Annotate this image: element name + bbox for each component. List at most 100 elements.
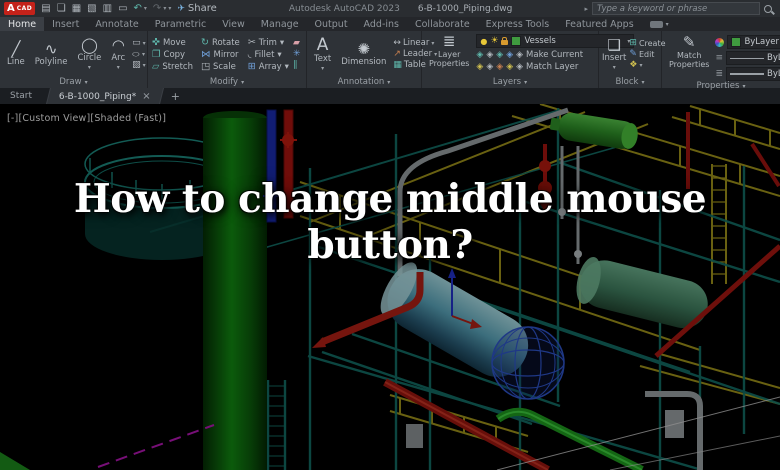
annotation-panel-label[interactable]: Annotation ▾	[307, 76, 421, 88]
block-attributes-button[interactable]: ❖ ▾	[629, 61, 665, 70]
search-collapse-icon[interactable]: ▸	[584, 5, 588, 13]
hatch-button[interactable]: ▨ ▾	[132, 61, 146, 70]
polyline-icon: ∿	[44, 39, 58, 58]
array-button[interactable]: ⊞ Array ▾	[248, 62, 289, 72]
line-button[interactable]: ╱ Line	[4, 41, 28, 68]
leader-icon: ↗	[393, 49, 401, 59]
move-button[interactable]: ✜ Move	[152, 38, 193, 48]
trim-button[interactable]: ✂ Trim ▾	[248, 38, 289, 48]
panel-annotation: A Text ▾ ✺ Dimension ↔ Linear ▾ ↗ Leader ▾ ▦…	[307, 31, 437, 88]
save-icon[interactable]: ▦	[72, 3, 81, 14]
dimension-button[interactable]: ✺ Dimension	[338, 41, 389, 68]
tab-annotate[interactable]: Annotate	[87, 17, 146, 31]
scale-button[interactable]: ◳ Scale	[201, 62, 240, 72]
layers-panel-label[interactable]: Layers ▾	[422, 76, 598, 88]
new-file-icon[interactable]: ▤	[41, 3, 50, 14]
redo-dropdown-icon[interactable]: ▾	[163, 5, 166, 12]
layer-thaw-all-icon[interactable]: ◈	[486, 62, 493, 72]
layer-properties-button[interactable]: ≣ Layer Properties	[426, 34, 472, 69]
circle-button[interactable]: ◯ Circle ▾	[74, 37, 104, 71]
viewport-controls[interactable]: [-][Custom View][Shaded (Fast)]	[7, 113, 166, 124]
arc-button[interactable]: ◠ Arc ▾	[108, 35, 128, 71]
properties-panel-label[interactable]: Properties ▾	[662, 81, 780, 91]
start-tab[interactable]: Start	[0, 88, 42, 104]
linetype-dropdown[interactable]: ByLayer	[725, 51, 780, 65]
insert-dropdown-icon: ▾	[612, 64, 616, 72]
ribbon: ╱ Line ∿ Polyline ◯ Circle ▾ ◠ Arc ▾ ▭ ▾…	[0, 31, 780, 91]
stretch-label: Stretch	[162, 61, 193, 72]
text-dropdown-icon: ▾	[321, 65, 325, 73]
panel-block: ❑ Insert ▾ ⊞ Create ✎ Edit ❖ ▾ Block ▾	[599, 31, 666, 88]
explode-button[interactable]: ✳	[293, 50, 301, 59]
draw-panel-label[interactable]: Draw ▾	[0, 76, 147, 88]
mirror-button[interactable]: ⋈ Mirror	[201, 50, 240, 60]
share-button[interactable]: ✈ Share	[177, 3, 216, 14]
search-icon[interactable]	[764, 4, 772, 13]
tab-view[interactable]: View	[214, 17, 253, 31]
erase-button[interactable]: ▰	[293, 39, 301, 48]
redo-icon[interactable]: ↷	[153, 3, 161, 14]
rectangle-button[interactable]: ▭ ▾	[132, 39, 146, 48]
save-as-icon[interactable]: ▧	[87, 3, 96, 14]
object-color-dropdown[interactable]: ByLayer	[727, 35, 780, 49]
tab-featured-apps[interactable]: Featured Apps	[557, 17, 641, 31]
ellipse-icon: ○	[132, 51, 141, 58]
print-icon[interactable]: ▭	[118, 3, 127, 14]
layer-off-icon[interactable]: ◈	[476, 62, 483, 72]
offset-button[interactable]: ∥	[293, 61, 301, 70]
scale-icon: ◳	[200, 60, 210, 72]
match-layer-button[interactable]: Match Layer	[526, 62, 578, 72]
layer-isolate-icon[interactable]: ◈	[476, 50, 483, 60]
block-panel-label[interactable]: Block ▾	[599, 76, 661, 88]
ellipse-button[interactable]: ○ ▾	[132, 50, 146, 59]
undo-icon[interactable]: ↶	[134, 3, 142, 14]
layer-unisolate-icon[interactable]: ◈	[486, 50, 493, 60]
close-tab-icon[interactable]: ×	[142, 91, 150, 102]
lineweight-dropdown[interactable]: ByLayer	[725, 67, 780, 81]
fillet-button[interactable]: ◟ Fillet ▾	[248, 50, 289, 60]
polyline-button[interactable]: ∿ Polyline	[32, 39, 71, 68]
tab-collaborate[interactable]: Collaborate	[407, 17, 478, 31]
make-current-button[interactable]: Make Current	[526, 50, 583, 60]
edit-block-button[interactable]: ✎ Edit	[629, 50, 665, 59]
tab-manage[interactable]: Manage	[253, 17, 307, 31]
match-layer-icon[interactable]: ◈	[516, 62, 523, 72]
new-tab-button[interactable]: +	[162, 88, 189, 104]
document-tab[interactable]: 6-B-1000_Piping* ×	[46, 88, 164, 104]
tab-add-ins[interactable]: Add-ins	[356, 17, 407, 31]
match-properties-button[interactable]: ✎ Match Properties	[666, 35, 712, 70]
insert-button[interactable]: ❑ Insert ▾	[601, 37, 627, 72]
text-button[interactable]: A Text ▾	[311, 36, 334, 73]
layer-walk-icon[interactable]: ◈	[506, 62, 513, 72]
drawing-viewport[interactable]: [-][Custom View][Shaded (Fast)] How to c…	[0, 104, 780, 470]
undo-dropdown-icon[interactable]: ▾	[144, 5, 147, 12]
tab-output[interactable]: Output	[307, 17, 356, 31]
open-file-icon[interactable]: ❏	[57, 3, 66, 14]
rotate-button[interactable]: ↻ Rotate	[201, 38, 240, 48]
make-current-icon[interactable]: ◈	[516, 50, 523, 60]
circle-dropdown-icon[interactable]: ▾	[88, 64, 91, 71]
lineweight-sample	[729, 73, 764, 75]
ribbon-display-toggle[interactable]: ▾	[642, 17, 677, 31]
trim-label: Trim	[258, 37, 277, 48]
modify-panel-label[interactable]: Modify ▾	[148, 76, 306, 88]
arc-icon: ◠	[111, 35, 125, 54]
tab-insert[interactable]: Insert	[44, 17, 87, 31]
stretch-button[interactable]: ▱ Stretch	[152, 62, 193, 72]
layer-lock-icon[interactable]: ◈	[506, 50, 513, 60]
qat-customize-icon[interactable]: ▾	[168, 5, 171, 12]
copy-button[interactable]: ❐ Copy	[152, 50, 193, 60]
rectangle-dropdown-icon: ▾	[142, 39, 146, 47]
export-icon[interactable]: ▥	[103, 3, 112, 14]
autocad-logo[interactable]: A CAD	[4, 2, 36, 15]
tab-parametric[interactable]: Parametric	[147, 17, 214, 31]
layer-properties-label: Layer Properties	[429, 50, 470, 69]
arc-dropdown-icon[interactable]: ▾	[117, 64, 120, 71]
create-block-button[interactable]: ⊞ Create	[629, 39, 665, 48]
layer-unlock-all-icon[interactable]: ◈	[496, 62, 503, 72]
tab-home[interactable]: Home	[0, 17, 45, 31]
tab-express-tools[interactable]: Express Tools	[478, 17, 558, 31]
layer-freeze-icon[interactable]: ◈	[496, 50, 503, 60]
app-title: Autodesk AutoCAD 2023	[288, 3, 400, 14]
search-input[interactable]	[592, 2, 760, 15]
